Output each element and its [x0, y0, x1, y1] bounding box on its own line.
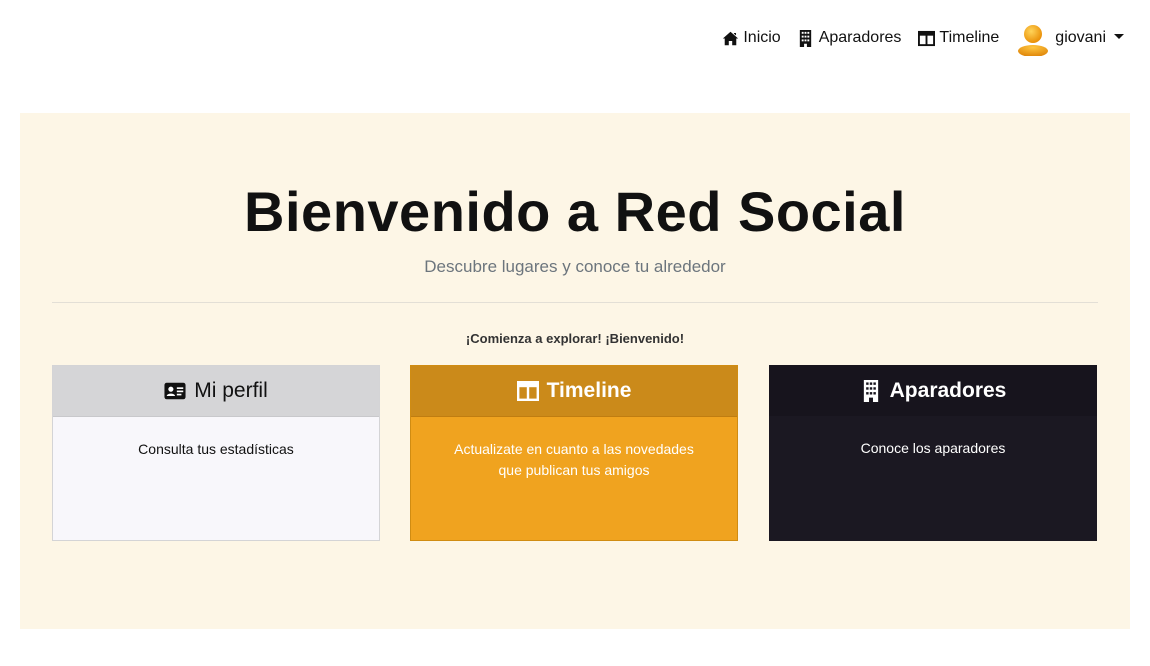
id-card-icon: [164, 380, 186, 402]
welcome-message: ¡Comienza a explorar! ¡Bienvenido!: [465, 331, 685, 346]
page-subtitle: Descubre lugares y conoce tu alrededor: [424, 257, 726, 276]
building-icon: [797, 29, 815, 47]
divider: [52, 302, 1098, 303]
card-header: Timeline: [411, 366, 737, 417]
user-menu-dropdown[interactable]: giovani: [1017, 20, 1124, 56]
nav-link-timeline[interactable]: Timeline: [917, 20, 999, 56]
card-mi-perfil[interactable]: Mi perfil Consulta tus estadísticas: [52, 365, 380, 541]
card-title: Aparadores: [889, 378, 1007, 402]
card-aparadores[interactable]: Aparadores Conoce los aparadores: [769, 365, 1097, 541]
user-avatar-icon: [1017, 22, 1049, 56]
building-icon: [860, 379, 882, 402]
page-title: Bienvenido a Red Social: [244, 180, 906, 243]
card-text: Actualizate en cuanto a las novedades qu…: [454, 441, 694, 478]
nav-link-label: Timeline: [939, 29, 1000, 46]
columns-icon: [917, 29, 935, 47]
card-text: Consulta tus estadísticas: [138, 441, 294, 457]
top-navbar: Inicio Aparadores Timeline giovani: [0, 0, 1150, 76]
card-timeline[interactable]: Timeline Actualizate en cuanto a las nov…: [410, 365, 738, 541]
card-text: Conoce los aparadores: [860, 440, 1006, 456]
card-title: Mi perfil: [194, 379, 268, 402]
card-header: Aparadores: [769, 365, 1097, 416]
columns-icon: [516, 380, 539, 402]
nav-list: Inicio Aparadores Timeline giovani: [705, 20, 1124, 56]
user-name: giovani: [1055, 29, 1106, 46]
nav-link-label: Aparadores: [818, 29, 902, 46]
chevron-down-icon: [1114, 33, 1124, 39]
home-icon: [721, 29, 739, 47]
card-title: Timeline: [546, 379, 632, 402]
nav-link-aparadores[interactable]: Aparadores: [797, 20, 902, 56]
nav-link-inicio[interactable]: Inicio: [721, 20, 781, 56]
card-header: Mi perfil: [53, 366, 379, 417]
welcome-jumbotron: Bienvenido a Red Social Descubre lugares…: [20, 113, 1130, 629]
nav-link-label: Inicio: [743, 29, 781, 46]
